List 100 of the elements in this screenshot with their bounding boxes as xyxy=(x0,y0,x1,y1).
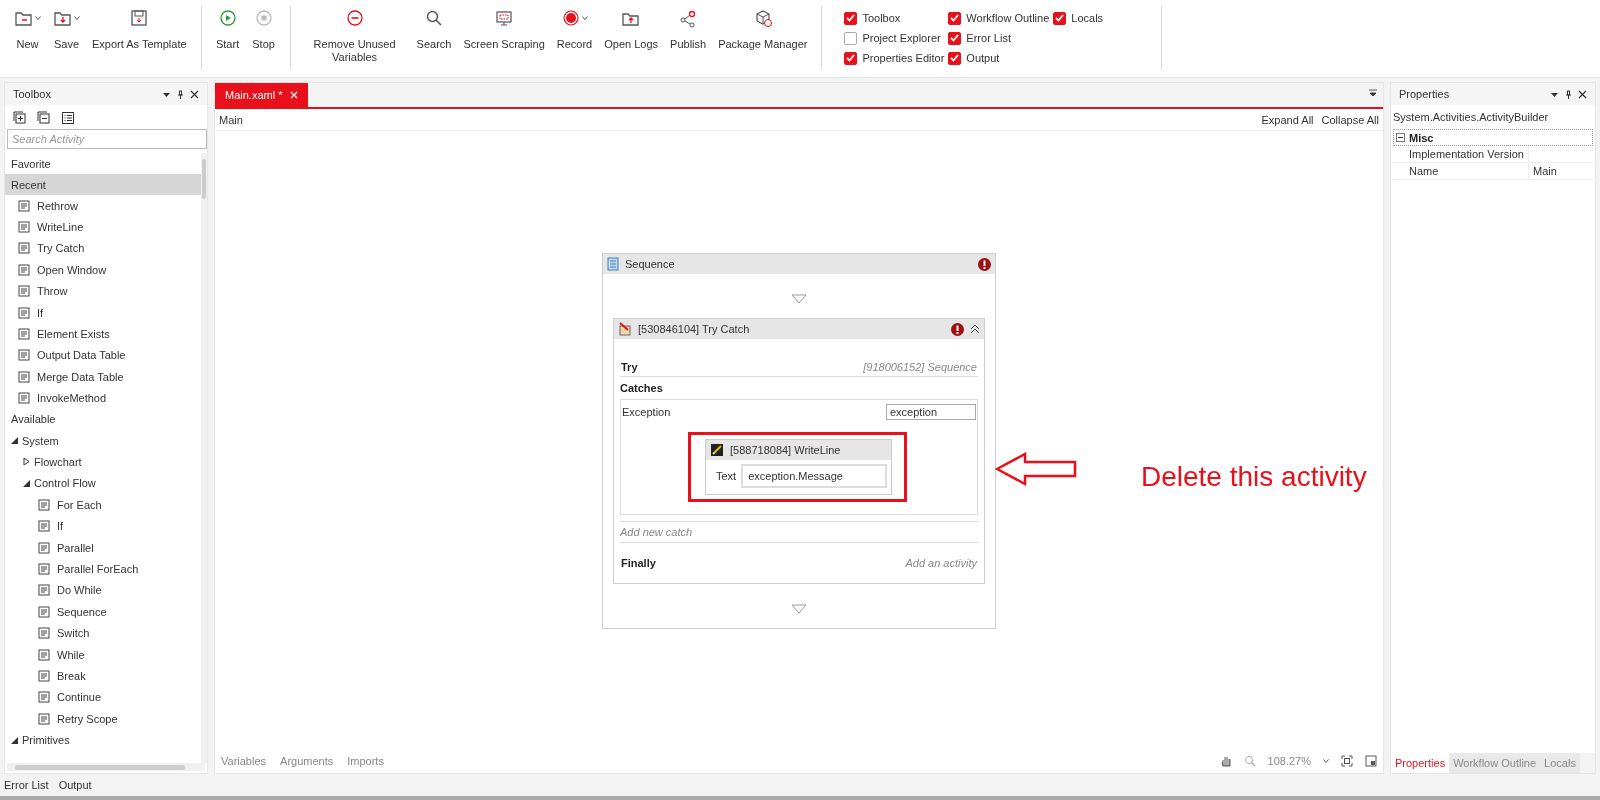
toolbar-button[interactable]: New xyxy=(8,6,47,51)
collapse-all-link[interactable]: Collapse All xyxy=(1321,113,1379,126)
pin-icon[interactable] xyxy=(176,89,185,99)
toolbox-category[interactable]: Recent xyxy=(5,174,201,195)
activity-item[interactable]: InvokeMethod xyxy=(9,387,201,409)
activity-item[interactable]: Open Window xyxy=(9,259,201,281)
document-tab[interactable]: Main.xaml * xyxy=(215,83,309,107)
activity-icon xyxy=(17,262,31,277)
tree-folder[interactable]: Primitives xyxy=(5,729,201,751)
collapse-all-icon[interactable] xyxy=(37,111,51,125)
caret-icon[interactable] xyxy=(1323,759,1329,763)
activity-item[interactable]: Rethrow xyxy=(9,195,201,217)
checkbox[interactable] xyxy=(844,31,858,45)
activity-item[interactable]: Parallel xyxy=(29,536,201,559)
activity-item[interactable]: Output Data Table xyxy=(9,344,201,367)
checkbox[interactable] xyxy=(844,51,858,65)
expand-all-link[interactable]: Expand All xyxy=(1261,113,1314,126)
activity-item[interactable]: Break xyxy=(29,665,201,687)
variable-field[interactable]: exception xyxy=(886,404,976,420)
tree-folder[interactable]: Control Flow xyxy=(17,472,201,495)
toolbar-button[interactable]: Start xyxy=(209,6,246,51)
try-catch-activity[interactable]: [530846104] Try Catch Try [918006152] Sequence Catches Exception exception [588718084] WriteLine Text exception.Message Add new catch Finally Add an activity xyxy=(613,318,985,584)
scrollbar[interactable] xyxy=(7,763,205,771)
checkbox-label[interactable]: Project Explorer xyxy=(862,32,941,44)
toolbox-category[interactable]: Favorite xyxy=(5,153,201,174)
list-icon[interactable] xyxy=(61,111,75,125)
checkbox-label[interactable]: Properties Editor xyxy=(862,52,945,64)
checkbox-label[interactable]: Output xyxy=(966,52,1000,64)
toolbox-category[interactable]: Available xyxy=(5,408,201,430)
toolbar-button[interactable]: Package Manager xyxy=(712,6,814,51)
fit-screen-icon[interactable] xyxy=(1341,755,1353,767)
activity-item[interactable]: While xyxy=(29,643,201,666)
toolbar-button[interactable]: Open Logs xyxy=(598,6,665,51)
checkbox[interactable] xyxy=(948,11,962,25)
designer-tab[interactable]: Imports xyxy=(347,755,384,767)
activity-title: [530846104] Try Catch xyxy=(638,323,751,335)
property-category[interactable]: Misc xyxy=(1393,129,1593,146)
panel-tab[interactable]: Properties xyxy=(1391,753,1450,773)
checkbox[interactable] xyxy=(948,51,962,65)
toolbar-button[interactable]: Remove Unused Variables xyxy=(298,6,411,64)
activity-icon xyxy=(37,519,51,534)
toolbar-button[interactable]: Publish xyxy=(664,6,713,51)
activity-item[interactable]: For Each xyxy=(29,494,201,516)
checkbox[interactable] xyxy=(948,31,962,45)
tree-folder[interactable]: Flowchart xyxy=(17,451,201,473)
designer-tab[interactable]: Arguments xyxy=(280,755,334,767)
activity-item[interactable]: Continue xyxy=(29,686,201,708)
record-icon xyxy=(561,8,581,28)
activity-item[interactable]: Merge Data Table xyxy=(9,366,201,388)
checkbox-label[interactable]: Workflow Outline xyxy=(966,12,1050,24)
activity-item[interactable]: Element Exists xyxy=(9,323,201,345)
section-label: Finally xyxy=(621,557,656,569)
collapsed-icon xyxy=(23,458,30,466)
text-field[interactable]: exception.Message xyxy=(741,464,888,488)
writeline-activity[interactable]: [588718084] WriteLine Text exception.Message xyxy=(705,439,892,495)
add-activity-link[interactable]: Add an activity xyxy=(905,557,977,569)
activity-item[interactable]: Do While xyxy=(29,579,201,602)
toolbar-button[interactable]: Screen Scraping xyxy=(457,6,551,51)
tree-folder[interactable]: System xyxy=(5,429,201,452)
activity-item[interactable]: If xyxy=(29,515,201,537)
checkbox-label[interactable]: Error List xyxy=(966,32,1011,44)
activity-icon xyxy=(37,583,51,598)
activity-item[interactable]: WriteLine xyxy=(9,216,201,238)
expand-all-icon[interactable] xyxy=(13,111,27,125)
search-field[interactable]: Search Activity xyxy=(7,129,207,149)
activity-icon xyxy=(17,327,31,342)
add-catch-link[interactable]: Add new catch xyxy=(620,521,978,543)
activity-item[interactable]: Sequence xyxy=(29,601,201,623)
zoom-level[interactable]: 108.27% xyxy=(1267,755,1311,767)
sequence-activity[interactable]: Sequence [530846104] Try Catch Try [918006152] Sequence Catches Exception exception [588718084] WriteLine Text exception.Message Add new catch Finally Add an activity xyxy=(602,253,996,629)
activity-link[interactable]: [918006152] Sequence xyxy=(863,360,977,373)
checkbox-label[interactable]: Locals xyxy=(1071,12,1104,24)
activity-item[interactable]: Throw xyxy=(9,280,201,302)
toolbar-button[interactable]: Search xyxy=(410,6,458,51)
activity-item[interactable]: If xyxy=(9,301,201,324)
status-tab[interactable]: Error List xyxy=(4,779,49,791)
close-icon[interactable] xyxy=(1578,89,1587,99)
breadcrumb[interactable]: Main xyxy=(219,113,243,126)
scrollbar[interactable] xyxy=(201,153,207,763)
designer-tab[interactable]: Variables xyxy=(221,755,267,767)
activity-item[interactable]: Switch xyxy=(29,622,201,644)
hand-icon[interactable] xyxy=(1219,755,1232,767)
toolbar-button[interactable]: Export As Template xyxy=(86,6,193,51)
checkbox[interactable] xyxy=(844,11,858,25)
overview-icon[interactable] xyxy=(1365,755,1377,767)
activity-item[interactable]: Retry Scope xyxy=(29,708,201,730)
status-tab[interactable]: Output xyxy=(58,779,92,791)
activity-icon xyxy=(17,220,31,235)
property-value[interactable]: Main xyxy=(1529,163,1593,179)
checkbox[interactable] xyxy=(1053,11,1067,25)
check-icon xyxy=(950,14,960,22)
toolbar-button[interactable]: Save xyxy=(47,6,86,51)
checkbox-label[interactable]: Toolbox xyxy=(862,12,901,24)
menu-icon[interactable] xyxy=(1369,89,1377,97)
activity-item[interactable]: Try Catch xyxy=(9,237,201,260)
toolbar-button[interactable]: Record xyxy=(550,6,599,51)
activity-item[interactable]: Parallel ForEach xyxy=(29,558,201,580)
pin-icon[interactable] xyxy=(1564,89,1573,99)
close-icon[interactable] xyxy=(190,89,199,99)
collapse-icon[interactable] xyxy=(970,324,980,334)
